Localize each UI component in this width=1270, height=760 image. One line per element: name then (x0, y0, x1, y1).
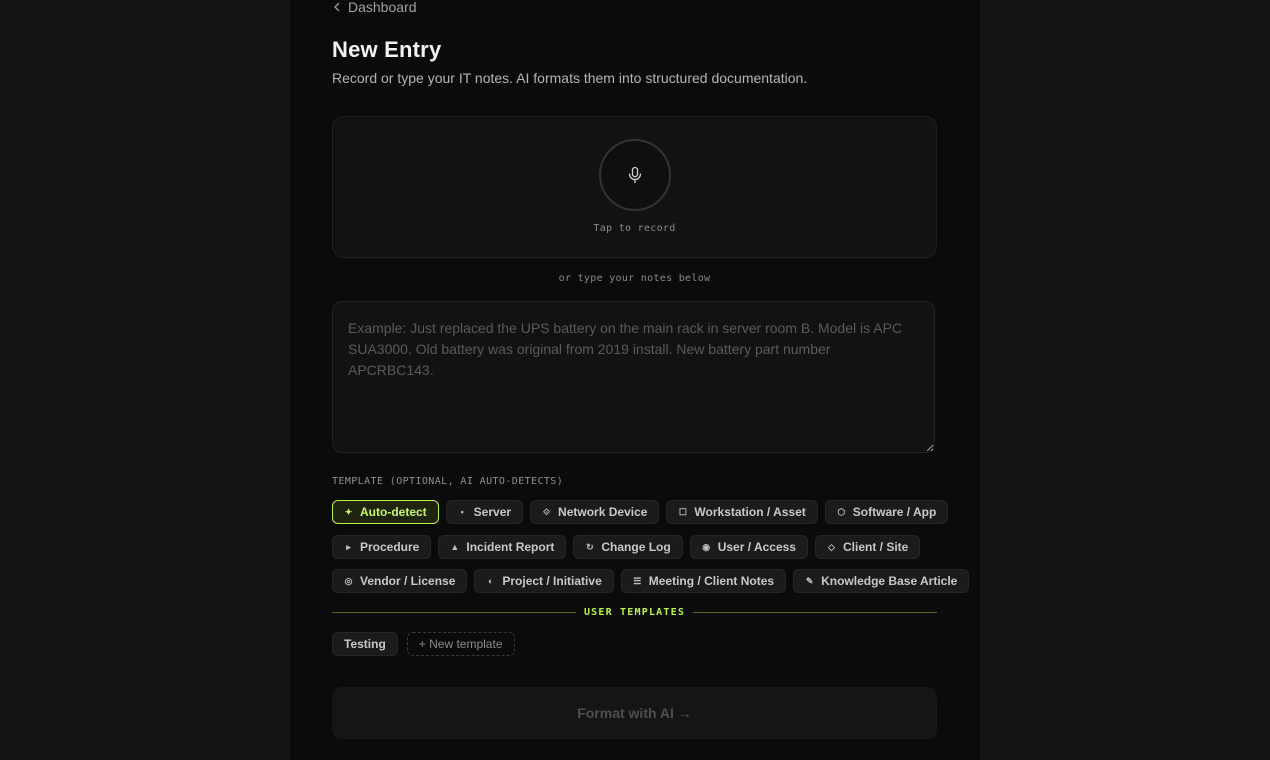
template-chip-label: User / Access (717, 540, 796, 554)
template-chip-network-device[interactable]: ⟐ Network Device (530, 500, 660, 524)
new-template-button[interactable]: + New template (406, 632, 515, 656)
refresh-icon: ↻ (586, 541, 594, 552)
template-chip-procedure[interactable]: ▸ Procedure (332, 535, 432, 559)
template-chip-software-app[interactable]: ⬡ Software / App (824, 500, 949, 524)
template-chip-vendor-license[interactable]: ◎ Vendor / License (332, 569, 468, 593)
user-templates-divider: USER TEMPLATES (332, 605, 937, 619)
template-chip-label: Procedure (360, 540, 420, 554)
target-icon: ◎ (344, 575, 353, 586)
template-chip-label: Change Log (601, 540, 671, 554)
template-chip-label: Network Device (558, 505, 648, 519)
template-chip-meeting-client-notes[interactable]: ☰ Meeting / Client Notes (620, 569, 787, 593)
template-chip-incident-report[interactable]: ▲ Incident Report (438, 535, 567, 559)
notes-textarea[interactable] (332, 301, 935, 453)
divider-line (332, 611, 576, 613)
template-chip-label: Vendor / License (360, 574, 456, 588)
record-label: Tap to record (593, 223, 676, 234)
hexagon-icon: ⬡ (837, 506, 846, 517)
user-templates-row: Testing + New template (332, 632, 515, 656)
template-chip-label: Auto-detect (360, 505, 427, 519)
server-icon: ▪ (460, 507, 464, 517)
template-chip-workstation-asset[interactable]: ☐ Workstation / Asset (666, 500, 818, 524)
back-to-dashboard-link[interactable]: Dashboard (332, 0, 417, 16)
user-templates-heading: USER TEMPLATES (583, 606, 686, 618)
template-chip-auto-detect[interactable]: ✦ Auto-detect (332, 500, 439, 524)
monitor-icon: ☐ (678, 506, 687, 517)
pen-icon: ✎ (805, 575, 814, 586)
template-row-3: ◎ Vendor / License ◐ Project / Initiativ… (332, 569, 970, 593)
half-circle-icon: ◐ (488, 576, 494, 586)
template-chip-server[interactable]: ▪ Server (445, 500, 524, 524)
page-subtitle: Record or type your IT notes. AI formats… (332, 70, 808, 86)
template-chip-label: Meeting / Client Notes (648, 574, 775, 588)
back-link-label: Dashboard (348, 0, 417, 15)
template-chip-label: Server (473, 505, 512, 519)
user-template-label: Testing (344, 637, 386, 651)
chevron-left-icon (334, 2, 340, 12)
main-column: Dashboard New Entry Record or type your … (290, 0, 980, 760)
template-heading: TEMPLATE (OPTIONAL, AI AUTO-DETECTS) (332, 476, 564, 487)
format-with-ai-button[interactable]: Format with AI → (332, 687, 937, 739)
template-chip-label: Knowledge Base Article (821, 574, 958, 588)
template-chip-change-log[interactable]: ↻ Change Log (573, 535, 683, 559)
template-chip-user-access[interactable]: ◉ User / Access (689, 535, 808, 559)
user-icon: ◉ (702, 541, 711, 552)
sparkle-icon: ✦ (344, 506, 353, 517)
divider-line (693, 611, 937, 613)
play-icon: ▸ (346, 541, 351, 552)
template-row-2: ▸ Procedure ▲ Incident Report ↻ Change L… (332, 535, 921, 559)
template-row-1: ✦ Auto-detect ▪ Server ⟐ Network Device … (332, 500, 949, 524)
template-chip-client-site[interactable]: ◇ Client / Site (814, 535, 921, 559)
warning-icon: ▲ (450, 542, 460, 552)
microphone-icon (628, 166, 642, 184)
template-chip-label: Project / Initiative (502, 574, 602, 588)
network-icon: ⟐ (543, 506, 551, 517)
notes-separator: or type your notes below (558, 273, 711, 284)
template-chip-label: Software / App (852, 505, 937, 519)
diamond-icon: ◇ (828, 541, 835, 552)
new-template-label: + New template (418, 637, 503, 651)
page-title: New Entry (332, 37, 442, 62)
template-chip-label: Client / Site (842, 540, 909, 554)
template-chip-label: Workstation / Asset (694, 505, 806, 519)
template-chip-knowledge-base-article[interactable]: ✎ Knowledge Base Article (793, 569, 970, 593)
list-icon: ☰ (633, 575, 642, 586)
template-chip-label: Incident Report (466, 540, 555, 554)
template-chip-project-initiative[interactable]: ◐ Project / Initiative (474, 569, 614, 593)
record-button[interactable] (599, 139, 671, 211)
format-button-label: Format with AI → (577, 705, 692, 721)
record-card: Tap to record (332, 116, 937, 258)
user-template-testing[interactable]: Testing (332, 632, 398, 656)
